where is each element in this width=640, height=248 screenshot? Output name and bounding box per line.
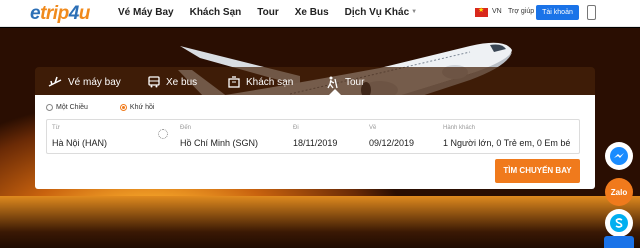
messenger-button[interactable] bbox=[605, 142, 633, 170]
one-way-label[interactable]: Một Chiều bbox=[56, 104, 88, 111]
swap-icon[interactable] bbox=[158, 129, 168, 139]
tab-label: Vé máy bay bbox=[68, 76, 121, 88]
nav-item-bus[interactable]: Xe Bus bbox=[295, 7, 329, 18]
return-date-field[interactable]: 09/12/2019 bbox=[369, 138, 414, 148]
zalo-button[interactable]: Zalo bbox=[605, 178, 633, 206]
language-code[interactable]: VN bbox=[492, 8, 502, 15]
tab-label: Khách sạn bbox=[246, 76, 294, 88]
plane-icon bbox=[48, 76, 62, 87]
tab-hotels[interactable]: Khách sạn bbox=[228, 76, 293, 88]
from-label: Từ bbox=[52, 125, 60, 131]
tab-tour[interactable]: Tour bbox=[325, 76, 364, 89]
help-link[interactable]: Trợ giúp bbox=[508, 8, 534, 15]
tab-label: Xe bus bbox=[166, 76, 198, 88]
hotel-icon bbox=[228, 76, 240, 88]
passengers-field[interactable]: 1 Người lớn, 0 Trẻ em, 0 Em bé bbox=[443, 138, 570, 148]
nav-item-other-services[interactable]: Dịch Vụ Khác ▼ bbox=[345, 7, 417, 18]
nav-item-flights[interactable]: Vé Máy Bay bbox=[118, 7, 174, 18]
skype-button[interactable] bbox=[605, 209, 633, 237]
tab-bus[interactable]: Xe bus bbox=[148, 76, 197, 88]
from-field[interactable]: Hà Nội (HAN) bbox=[52, 138, 107, 148]
logo-part: u bbox=[78, 3, 91, 24]
scroll-to-top-button[interactable] bbox=[604, 236, 634, 248]
top-header: etrip4u Vé Máy Bay Khách Sạn Tour Xe Bus… bbox=[0, 0, 640, 27]
main-nav: Vé Máy Bay Khách Sạn Tour Xe Bus Dịch Vụ… bbox=[118, 7, 433, 18]
chevron-down-icon: ▼ bbox=[411, 9, 418, 16]
passengers-label: Hành khách bbox=[443, 125, 476, 131]
radio-round-trip[interactable] bbox=[119, 104, 127, 111]
to-label: Đến bbox=[180, 125, 192, 131]
phone-icon[interactable] bbox=[587, 5, 596, 20]
logo-part: 4 bbox=[68, 3, 80, 24]
site-logo[interactable]: etrip4u bbox=[30, 3, 90, 25]
nav-item-hotels[interactable]: Khách Sạn bbox=[190, 7, 242, 18]
logo-part: e bbox=[30, 3, 41, 24]
zalo-icon: Zalo bbox=[610, 187, 628, 197]
search-flights-button[interactable]: TÌM CHUYẾN BAY bbox=[495, 159, 580, 183]
tab-label: Tour bbox=[345, 77, 365, 88]
to-field[interactable]: Hồ Chí Minh (SGN) bbox=[180, 138, 258, 148]
bus-icon bbox=[148, 76, 160, 88]
tab-flights[interactable]: Vé máy bay bbox=[48, 76, 121, 88]
round-trip-label[interactable]: Khứ hồi bbox=[130, 104, 155, 111]
account-button[interactable]: Tài khoản bbox=[536, 5, 579, 20]
tour-icon bbox=[327, 76, 338, 89]
nav-item-tour[interactable]: Tour bbox=[257, 7, 278, 18]
trip-type-selector: Một Chiều Khứ hồi bbox=[46, 104, 154, 111]
logo-part: trip bbox=[40, 3, 69, 24]
nav-item-label: Dịch Vụ Khác bbox=[344, 7, 410, 18]
radio-one-way[interactable] bbox=[46, 104, 53, 111]
vietnam-flag-icon[interactable] bbox=[475, 6, 488, 17]
search-fields-box bbox=[46, 119, 580, 154]
skype-icon bbox=[610, 214, 628, 232]
messenger-icon bbox=[610, 147, 628, 165]
return-label: Về bbox=[369, 125, 377, 131]
depart-date-field[interactable]: 18/11/2019 bbox=[293, 138, 337, 148]
depart-label: Đi bbox=[293, 125, 299, 131]
